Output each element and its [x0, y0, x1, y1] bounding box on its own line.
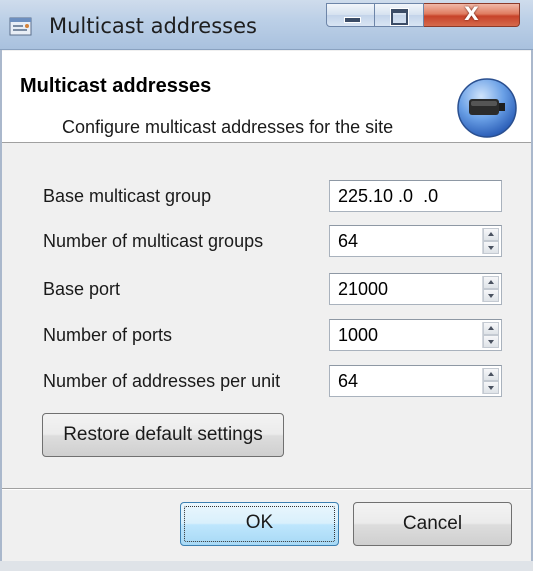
base-port-value: 21000: [338, 279, 389, 299]
arrow-up-icon: [488, 232, 494, 236]
network-adapter-icon: [457, 78, 517, 138]
focus-rectangle: [184, 506, 335, 542]
dialog-header: Multicast addresses Configure multicast …: [2, 51, 531, 143]
spin-down-button[interactable]: [483, 289, 499, 302]
number-of-multicast-groups-spinner[interactable]: 64: [329, 225, 502, 257]
base-multicast-group-value: 225.10 .0 .0: [338, 186, 439, 206]
number-of-multicast-groups-label: Number of multicast groups: [43, 231, 264, 251]
arrow-up-icon: [488, 326, 494, 330]
footer-separator-highlight: [2, 489, 531, 490]
cancel-button[interactable]: Cancel: [353, 502, 512, 546]
window-bottom-edge: [0, 561, 533, 571]
ok-button[interactable]: OK: [180, 502, 339, 546]
spinner-buttons: [482, 368, 499, 394]
spinner-buttons: [482, 322, 499, 348]
page-subtitle: Configure multicast addresses for the si…: [62, 117, 394, 137]
base-port-spinner[interactable]: 21000: [329, 273, 502, 305]
number-of-addresses-per-unit-spinner[interactable]: 64: [329, 365, 502, 397]
minimize-button[interactable]: [326, 3, 375, 27]
spinner-buttons: [482, 228, 499, 254]
arrow-up-icon: [488, 372, 494, 376]
close-button[interactable]: X: [424, 3, 520, 27]
restore-default-settings-button[interactable]: Restore default settings: [42, 413, 284, 457]
maximize-button[interactable]: [375, 3, 424, 27]
window-title: Multicast addresses: [49, 14, 257, 38]
number-of-addresses-per-unit-label: Number of addresses per unit: [43, 371, 281, 391]
base-multicast-group-label: Base multicast group: [43, 186, 212, 206]
arrow-down-icon: [488, 340, 494, 344]
spin-up-button[interactable]: [483, 322, 499, 335]
app-window-icon: [9, 17, 32, 36]
spin-down-button[interactable]: [483, 335, 499, 348]
spin-down-button[interactable]: [483, 241, 499, 254]
base-multicast-group-field[interactable]: 225.10 .0 .0: [329, 180, 502, 212]
spin-up-button[interactable]: [483, 228, 499, 241]
spinner-buttons: [482, 276, 499, 302]
spin-up-button[interactable]: [483, 276, 499, 289]
minimize-icon: [344, 17, 361, 23]
arrow-down-icon: [488, 294, 494, 298]
arrow-down-icon: [488, 246, 494, 250]
spin-down-button[interactable]: [483, 381, 499, 394]
arrow-down-icon: [488, 386, 494, 390]
number-of-multicast-groups-value: 64: [338, 231, 359, 251]
spin-up-button[interactable]: [483, 368, 499, 381]
maximize-icon: [391, 9, 408, 25]
title-bar[interactable]: Multicast addresses X: [0, 0, 533, 50]
arrow-up-icon: [488, 280, 494, 284]
number-of-ports-label: Number of ports: [43, 325, 173, 345]
base-port-label: Base port: [43, 279, 121, 299]
page-title: Multicast addresses: [20, 75, 212, 97]
number-of-addresses-per-unit-value: 64: [338, 371, 359, 391]
number-of-ports-value: 1000: [338, 325, 379, 345]
close-icon: X: [464, 3, 479, 25]
number-of-ports-spinner[interactable]: 1000: [329, 319, 502, 351]
